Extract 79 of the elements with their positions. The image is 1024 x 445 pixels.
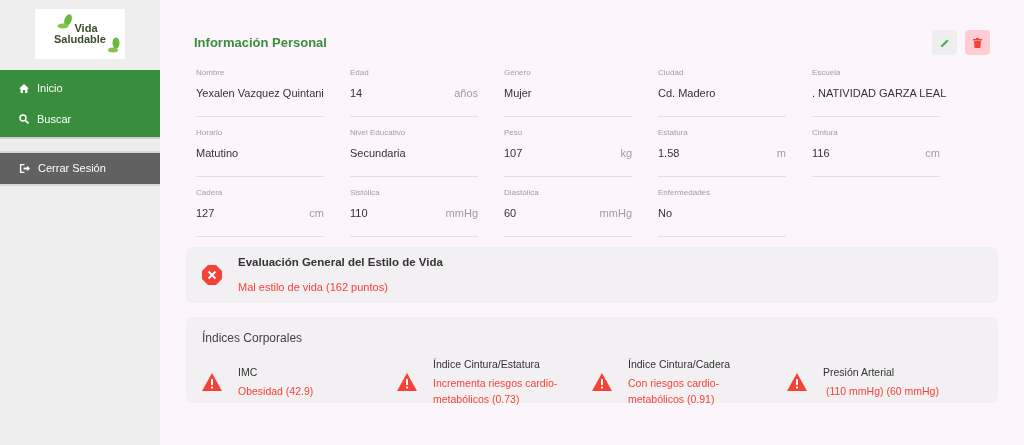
field-value: 1.58	[658, 146, 680, 161]
text-field[interactable]: Secundaria	[350, 145, 478, 177]
field-value: 110	[350, 206, 368, 221]
warning-icon	[202, 373, 222, 392]
field-value: Yexalen Vazquez Quintani	[196, 86, 324, 101]
text-field[interactable]: 14 años	[350, 85, 478, 117]
unit-label: años	[454, 86, 478, 101]
trash-icon	[973, 37, 982, 48]
field-value: 60	[504, 206, 517, 221]
field-label: Sistólica	[350, 187, 381, 199]
unit-label: mmHg	[599, 206, 632, 221]
leaf-icon	[57, 13, 73, 29]
field-label: Horario	[196, 127, 224, 139]
text-field[interactable]: 110 mmHg	[350, 205, 478, 237]
index-result: Con riesgos cardio-metabólicos (0.91)	[628, 375, 721, 407]
logout-link[interactable]: Cerrar Sesión	[0, 153, 160, 184]
home-icon	[19, 83, 29, 94]
field-label: Cadera	[196, 187, 224, 199]
field-label: Diastólica	[504, 187, 540, 199]
text-field[interactable]: Yexalen Vazquez Quintani	[196, 85, 324, 117]
unit-label: cm	[925, 146, 940, 161]
logout-icon	[19, 162, 30, 174]
field-label: Edad	[350, 67, 370, 79]
nav-link[interactable]: Inicio	[0, 73, 160, 104]
field-value: 107	[504, 146, 523, 161]
field-value: 127	[196, 206, 215, 221]
index-result: Incrementa riesgos cardio-metabólicos (0.73)	[433, 375, 559, 407]
text-field[interactable]: 116 cm	[812, 145, 940, 177]
error-icon	[202, 265, 222, 285]
index-result: (110 mmHg) (60 mmHg)	[824, 383, 940, 399]
field-label: Cintura	[812, 127, 839, 139]
nav-link[interactable]: Buscar	[0, 103, 160, 134]
search-icon	[19, 113, 29, 124]
warning-icon	[592, 373, 612, 392]
field-value: Mujer	[504, 86, 532, 101]
text-field[interactable]: 1.58 m	[658, 145, 786, 177]
index-label: Presión Arterial	[823, 364, 896, 380]
panel-title: Evaluación General del Estilo de Vida	[238, 255, 443, 271]
text-field[interactable]: Matutino	[196, 145, 324, 177]
pencil-icon	[939, 37, 950, 48]
unit-label: mmHg	[445, 206, 478, 221]
unit-label: cm	[309, 206, 324, 221]
index-result: Obesidad (42.9)	[238, 383, 315, 399]
text-field[interactable]: 60 mmHg	[504, 205, 632, 237]
field-value: 116	[812, 146, 830, 161]
text-field[interactable]: Mujer	[504, 85, 632, 117]
text-field[interactable]: No	[658, 205, 786, 237]
field-label: Escuela	[812, 67, 842, 79]
section-title: Información Personal	[194, 33, 327, 52]
warning-icon	[397, 373, 417, 392]
field-value: No	[658, 206, 673, 221]
field-label: Enfermedades	[658, 187, 712, 199]
field-value: Cd. Madero	[658, 86, 716, 101]
section-title: Índices Corporales	[202, 329, 304, 347]
logo-text: Saludable	[54, 34, 106, 45]
leaf-icon	[107, 37, 121, 53]
logo-text: Vida	[74, 23, 98, 34]
delete-button[interactable]	[965, 30, 990, 55]
field-label: Género	[504, 67, 532, 79]
field-value: Secundaria	[350, 146, 406, 161]
field-value: Matutino	[196, 146, 239, 161]
field-label: Nivel Educativo	[350, 127, 407, 139]
field-label: Ciudad	[658, 67, 685, 79]
index-label: Índice Cintura/Cadera	[628, 357, 732, 372]
field-label: Peso	[504, 127, 524, 139]
warning-icon	[787, 373, 807, 392]
index-label: Índice Cintura/Estatura	[433, 357, 541, 372]
text-field[interactable]: 107 kg	[504, 145, 632, 177]
unit-label: kg	[620, 146, 632, 161]
field-label: Estatura	[658, 127, 689, 139]
evaluation-result: Mal estilo de vida (162 puntos)	[238, 280, 389, 296]
field-value: . NATIVIDAD GARZA LEAL	[812, 86, 947, 101]
text-field[interactable]: Cd. Madero	[658, 85, 786, 117]
index-label: IMC	[238, 364, 259, 380]
unit-label: m	[776, 146, 786, 161]
field-value: 14	[350, 86, 363, 101]
text-field[interactable]: 127 cm	[196, 205, 324, 237]
edit-button[interactable]	[932, 30, 957, 55]
field-label: Nombre	[196, 67, 226, 79]
